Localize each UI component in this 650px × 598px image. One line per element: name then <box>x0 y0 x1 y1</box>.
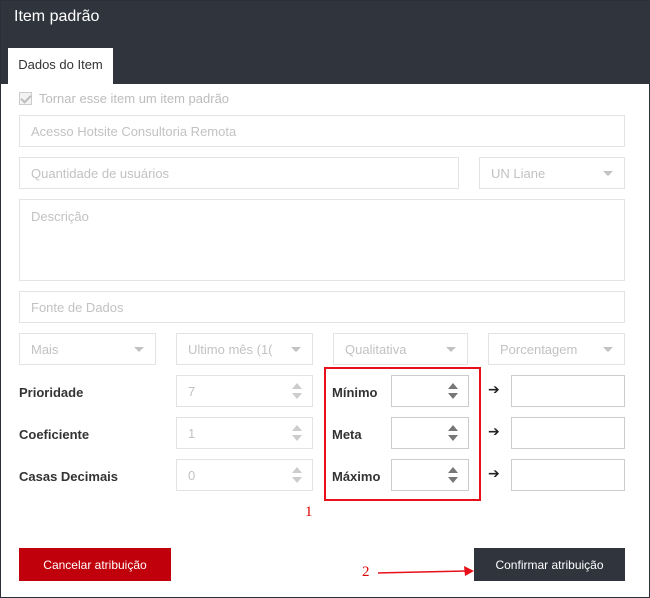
spinner-icon[interactable] <box>292 424 302 442</box>
period-select-value: Ultimo mês (1( <box>188 341 273 357</box>
spinner-icon[interactable] <box>292 382 302 400</box>
owner-select[interactable]: UN Liane <box>479 157 625 189</box>
modal-title: Item padrão <box>14 8 100 25</box>
tab-dados-do-item[interactable]: Dados do Item <box>8 48 113 84</box>
type-select-value: Qualitativa <box>345 341 407 357</box>
direction-select[interactable]: Mais <box>19 333 156 365</box>
period-select[interactable]: Ultimo mês (1( <box>176 333 313 365</box>
annotation-number-1: 1 <box>305 504 313 520</box>
unit-select-value: Porcentagem <box>500 341 578 357</box>
checkbox-icon[interactable] <box>19 92 32 105</box>
meta-result-input[interactable] <box>511 417 625 449</box>
arrow-right-icon: ➔ <box>488 381 500 397</box>
coefficient-value: 1 <box>188 425 196 441</box>
cancel-button[interactable]: Cancelar atribuição <box>19 548 171 581</box>
default-item-checkbox[interactable]: Tornar esse item um item padrão <box>19 91 229 106</box>
coefficient-stepper[interactable]: 1 <box>176 417 313 449</box>
priority-value: 7 <box>188 383 196 399</box>
annotation-highlight-box <box>324 367 481 501</box>
arrow-right-icon: ➔ <box>488 423 500 439</box>
data-source-placeholder: Fonte de Dados <box>31 299 124 315</box>
description-textarea[interactable]: Descrição <box>19 199 625 281</box>
annotation-number-2: 2 <box>362 564 370 580</box>
description-placeholder: Descrição <box>31 209 89 224</box>
item-name-input[interactable]: Acesso Hotsite Consultoria Remota <box>19 115 625 147</box>
chevron-down-icon <box>134 347 144 352</box>
confirm-button[interactable]: Confirmar atribuição <box>474 548 625 581</box>
chevron-down-icon <box>603 347 613 352</box>
users-quantity-placeholder: Quantidade de usuários <box>31 165 170 181</box>
priority-label: Prioridade <box>19 385 84 400</box>
decimals-value: 0 <box>188 467 196 483</box>
chevron-down-icon <box>446 347 456 352</box>
minimum-result-input[interactable] <box>511 375 625 407</box>
data-source-input[interactable]: Fonte de Dados <box>19 291 625 323</box>
annotation-arrow-icon <box>377 566 474 576</box>
default-item-label: Tornar esse item um item padrão <box>39 91 230 106</box>
owner-select-value: UN Liane <box>491 165 546 181</box>
chevron-down-icon <box>291 347 301 352</box>
coefficient-label: Coeficiente <box>19 427 90 442</box>
modal-header: Item padrão Dados do Item <box>1 1 650 84</box>
direction-select-value: Mais <box>31 341 59 357</box>
maximum-result-input[interactable] <box>511 459 625 491</box>
decimals-stepper[interactable]: 0 <box>176 459 313 491</box>
priority-stepper[interactable]: 7 <box>176 375 313 407</box>
item-name-value: Acesso Hotsite Consultoria Remota <box>31 123 237 139</box>
spinner-icon[interactable] <box>292 466 302 484</box>
users-quantity-input[interactable]: Quantidade de usuários <box>19 157 459 189</box>
chevron-down-icon <box>603 171 613 176</box>
arrow-right-icon: ➔ <box>488 465 500 481</box>
unit-select[interactable]: Porcentagem <box>488 333 625 365</box>
type-select[interactable]: Qualitativa <box>333 333 468 365</box>
decimals-label: Casas Decimais <box>19 469 119 484</box>
